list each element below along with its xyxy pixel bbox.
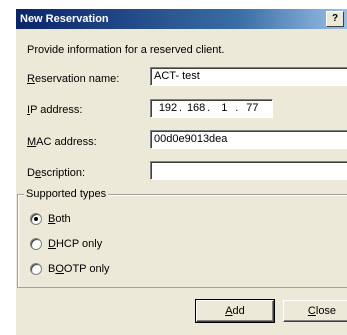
description-input[interactable]: [150, 161, 347, 180]
ip-octet-3[interactable]: 1: [213, 102, 235, 114]
radio-button[interactable]: [30, 213, 42, 225]
ip-octet-1[interactable]: 192: [157, 102, 179, 114]
ip-octet-2[interactable]: 168: [185, 102, 207, 114]
help-button[interactable]: ?: [326, 11, 344, 27]
ip-address-input[interactable]: 192. 168. 1. 77: [150, 99, 273, 118]
mac-address-label: MAC address:: [27, 136, 97, 148]
ip-octet-4[interactable]: 77: [241, 102, 263, 114]
supported-types-legend: Supported types: [24, 188, 109, 200]
close-button[interactable]: Close: [283, 300, 347, 322]
reservation-name-label: Reservation name:: [27, 73, 120, 85]
intro-text: Provide information for a reserved clien…: [27, 44, 225, 56]
radio-button[interactable]: [30, 238, 42, 250]
window-title: New Reservation: [20, 13, 109, 25]
mac-address-input[interactable]: 00d0e9013dea: [150, 130, 347, 149]
radio-dhcp-only-label: DHCP only: [48, 238, 103, 250]
reservation-name-input[interactable]: ACT- test: [150, 67, 347, 86]
radio-selected-dot: [34, 217, 38, 221]
title-bar[interactable]: New Reservation ?: [16, 9, 347, 29]
ip-address-label: IP address:: [27, 104, 83, 116]
radio-bootp-only-label: BOOTP only: [48, 263, 110, 275]
radio-button[interactable]: [30, 263, 42, 275]
radio-both-label: Both: [48, 213, 71, 225]
description-label: Description:: [27, 167, 86, 179]
add-button[interactable]: Add: [195, 299, 275, 323]
